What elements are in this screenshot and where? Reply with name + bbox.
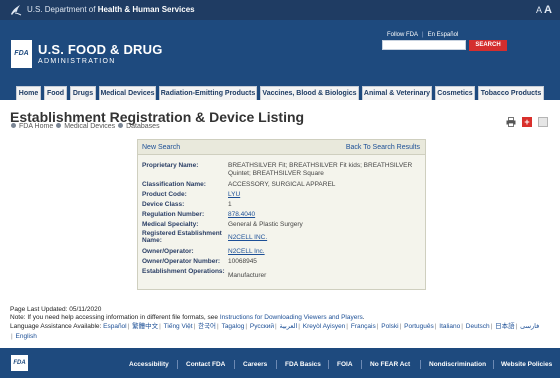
- search-button[interactable]: SEARCH: [469, 40, 507, 51]
- lang-english[interactable]: English: [16, 333, 37, 340]
- nav-home[interactable]: Home: [16, 86, 41, 100]
- label-owner-operator-number: Owner/Operator Number:: [142, 258, 221, 265]
- print-icon[interactable]: [506, 117, 516, 127]
- breadcrumb: FDA Home Medical Devices Databases: [10, 123, 160, 130]
- hhs-eagle-icon: [11, 5, 22, 16]
- label-registered-establishment-name: Registered Establishment Name:: [142, 230, 222, 245]
- site-footer: FDA Accessibility Contact FDA Careers FD…: [0, 348, 560, 378]
- breadcrumb-bullet-icon: [11, 123, 16, 128]
- lang-arabic[interactable]: العربية: [280, 323, 298, 330]
- footer-nondiscrimination-link[interactable]: Nondiscrimination: [429, 361, 486, 368]
- footer-website-policies-link[interactable]: Website Policies: [501, 361, 552, 368]
- agency-name[interactable]: U.S. FOOD & DRUG: [38, 42, 163, 57]
- footer-fda-logo[interactable]: FDA: [11, 355, 28, 371]
- nav-food[interactable]: Food: [44, 86, 67, 100]
- agency-subname: ADMINISTRATION: [38, 58, 116, 65]
- lang-polish[interactable]: Polski: [381, 323, 398, 330]
- label-medical-specialty: Medical Specialty:: [142, 221, 199, 228]
- lang-chinese[interactable]: 繁體中文: [132, 323, 158, 330]
- value-proprietary-name: BREATHSILVER Fit; BREATHSILVER Fit kids;…: [228, 162, 413, 177]
- value-establishment-operations: Manufacturer: [228, 272, 267, 279]
- search-input[interactable]: [382, 40, 466, 50]
- utility-links: Follow FDA | En Español: [387, 32, 459, 38]
- label-device-class: Device Class:: [142, 201, 185, 208]
- lang-kreyol[interactable]: Kreyòl Ayisyen: [303, 323, 346, 330]
- hhs-link[interactable]: U.S. Department of Health & Human Servic…: [27, 5, 195, 14]
- lang-korean[interactable]: 한국어: [198, 323, 216, 330]
- label-classification-name: Classification Name:: [142, 181, 206, 188]
- value-medical-specialty: General & Plastic Surgery: [228, 221, 303, 228]
- share-plus-icon[interactable]: +: [522, 117, 532, 127]
- lang-tagalog[interactable]: Tagalog: [222, 323, 245, 330]
- text-size-small-button[interactable]: A: [536, 5, 542, 15]
- nav-animal-veterinary[interactable]: Animal & Veterinary: [362, 86, 432, 100]
- lang-german[interactable]: Deutsch: [466, 323, 490, 330]
- nav-medical-devices[interactable]: Medical Devices: [99, 86, 156, 100]
- registered-establishment-link[interactable]: N2CELL INC.: [228, 234, 424, 242]
- breadcrumb-bullet-icon: [56, 123, 62, 128]
- last-updated: Page Last Updated: 05/11/2020: [10, 306, 102, 313]
- format-note: Note: If you need help accessing informa…: [10, 314, 365, 321]
- site-header: FDA U.S. FOOD & DRUG ADMINISTRATION Foll…: [0, 20, 560, 80]
- lang-russian[interactable]: Русский: [250, 323, 274, 330]
- text-size-controls: A A: [536, 4, 552, 16]
- nav-vaccines-blood-biologics[interactable]: Vaccines, Blood & Biologics: [260, 86, 359, 100]
- espanol-link[interactable]: En Español: [428, 32, 459, 38]
- nav-radiation-emitting-products[interactable]: Radiation-Emitting Products: [159, 86, 257, 100]
- main-nav: Home Food Drugs Medical Devices Radiatio…: [0, 80, 560, 100]
- hhs-bar: U.S. Department of Health & Human Servic…: [0, 0, 560, 20]
- nav-cosmetics[interactable]: Cosmetics: [435, 86, 475, 100]
- label-proprietary-name: Proprietary Name:: [142, 162, 199, 169]
- product-code-link[interactable]: LYU: [228, 191, 424, 199]
- downloading-viewers-link[interactable]: Instructions for Downloading Viewers and…: [220, 314, 363, 321]
- regulation-number-link[interactable]: 878.4040: [228, 211, 424, 219]
- value-device-class: 1: [228, 201, 232, 208]
- breadcrumb-bullet-icon: [118, 123, 124, 128]
- value-owner-operator-number: 10068945: [228, 258, 257, 265]
- footer-no-fear-act-link[interactable]: No FEAR Act: [370, 361, 410, 368]
- lang-portuguese[interactable]: Português: [404, 323, 434, 330]
- footer-foia-link[interactable]: FOIA: [337, 361, 353, 368]
- back-to-results-link[interactable]: Back To Search Results: [346, 144, 420, 151]
- lang-italian[interactable]: Italiano: [439, 323, 460, 330]
- owner-operator-link[interactable]: N2CELL Inc.: [228, 248, 424, 256]
- breadcrumb-medical-devices[interactable]: Medical Devices: [64, 123, 115, 130]
- nav-tobacco-products[interactable]: Tobacco Products: [478, 86, 544, 100]
- label-establishment-operations: Establishment Operations:: [142, 268, 225, 275]
- nav-drugs[interactable]: Drugs: [70, 86, 96, 100]
- text-size-large-button[interactable]: A: [544, 4, 552, 16]
- label-owner-operator: Owner/Operator:: [142, 248, 194, 255]
- fda-logo[interactable]: FDA: [11, 40, 32, 68]
- lang-japanese[interactable]: 日本語: [495, 323, 515, 330]
- lang-french[interactable]: Français: [351, 323, 376, 330]
- email-icon[interactable]: [538, 117, 548, 127]
- footer-contact-fda-link[interactable]: Contact FDA: [186, 361, 225, 368]
- breadcrumb-fda-home[interactable]: FDA Home: [19, 123, 53, 130]
- lang-spanish[interactable]: Español: [103, 323, 127, 330]
- device-listing-panel: New Search Back To Search Results Propri…: [137, 139, 426, 290]
- new-search-link[interactable]: New Search: [142, 144, 180, 151]
- follow-fda-link[interactable]: Follow FDA: [387, 32, 418, 38]
- language-assistance: Language Assistance Available: Español| …: [10, 323, 540, 340]
- lang-farsi[interactable]: فارسی: [520, 323, 539, 330]
- label-product-code: Product Code:: [142, 191, 187, 198]
- lang-vietnamese[interactable]: Tiếng Việt: [164, 323, 193, 330]
- footer-accessibility-link[interactable]: Accessibility: [129, 361, 169, 368]
- footer-fda-basics-link[interactable]: FDA Basics: [285, 361, 321, 368]
- footer-careers-link[interactable]: Careers: [243, 361, 267, 368]
- value-classification-name: ACCESSORY, SURGICAL APPAREL: [228, 181, 336, 188]
- breadcrumb-databases[interactable]: Databases: [126, 123, 159, 130]
- label-regulation-number: Regulation Number:: [142, 211, 205, 218]
- panel-toolbar: New Search Back To Search Results: [138, 140, 425, 155]
